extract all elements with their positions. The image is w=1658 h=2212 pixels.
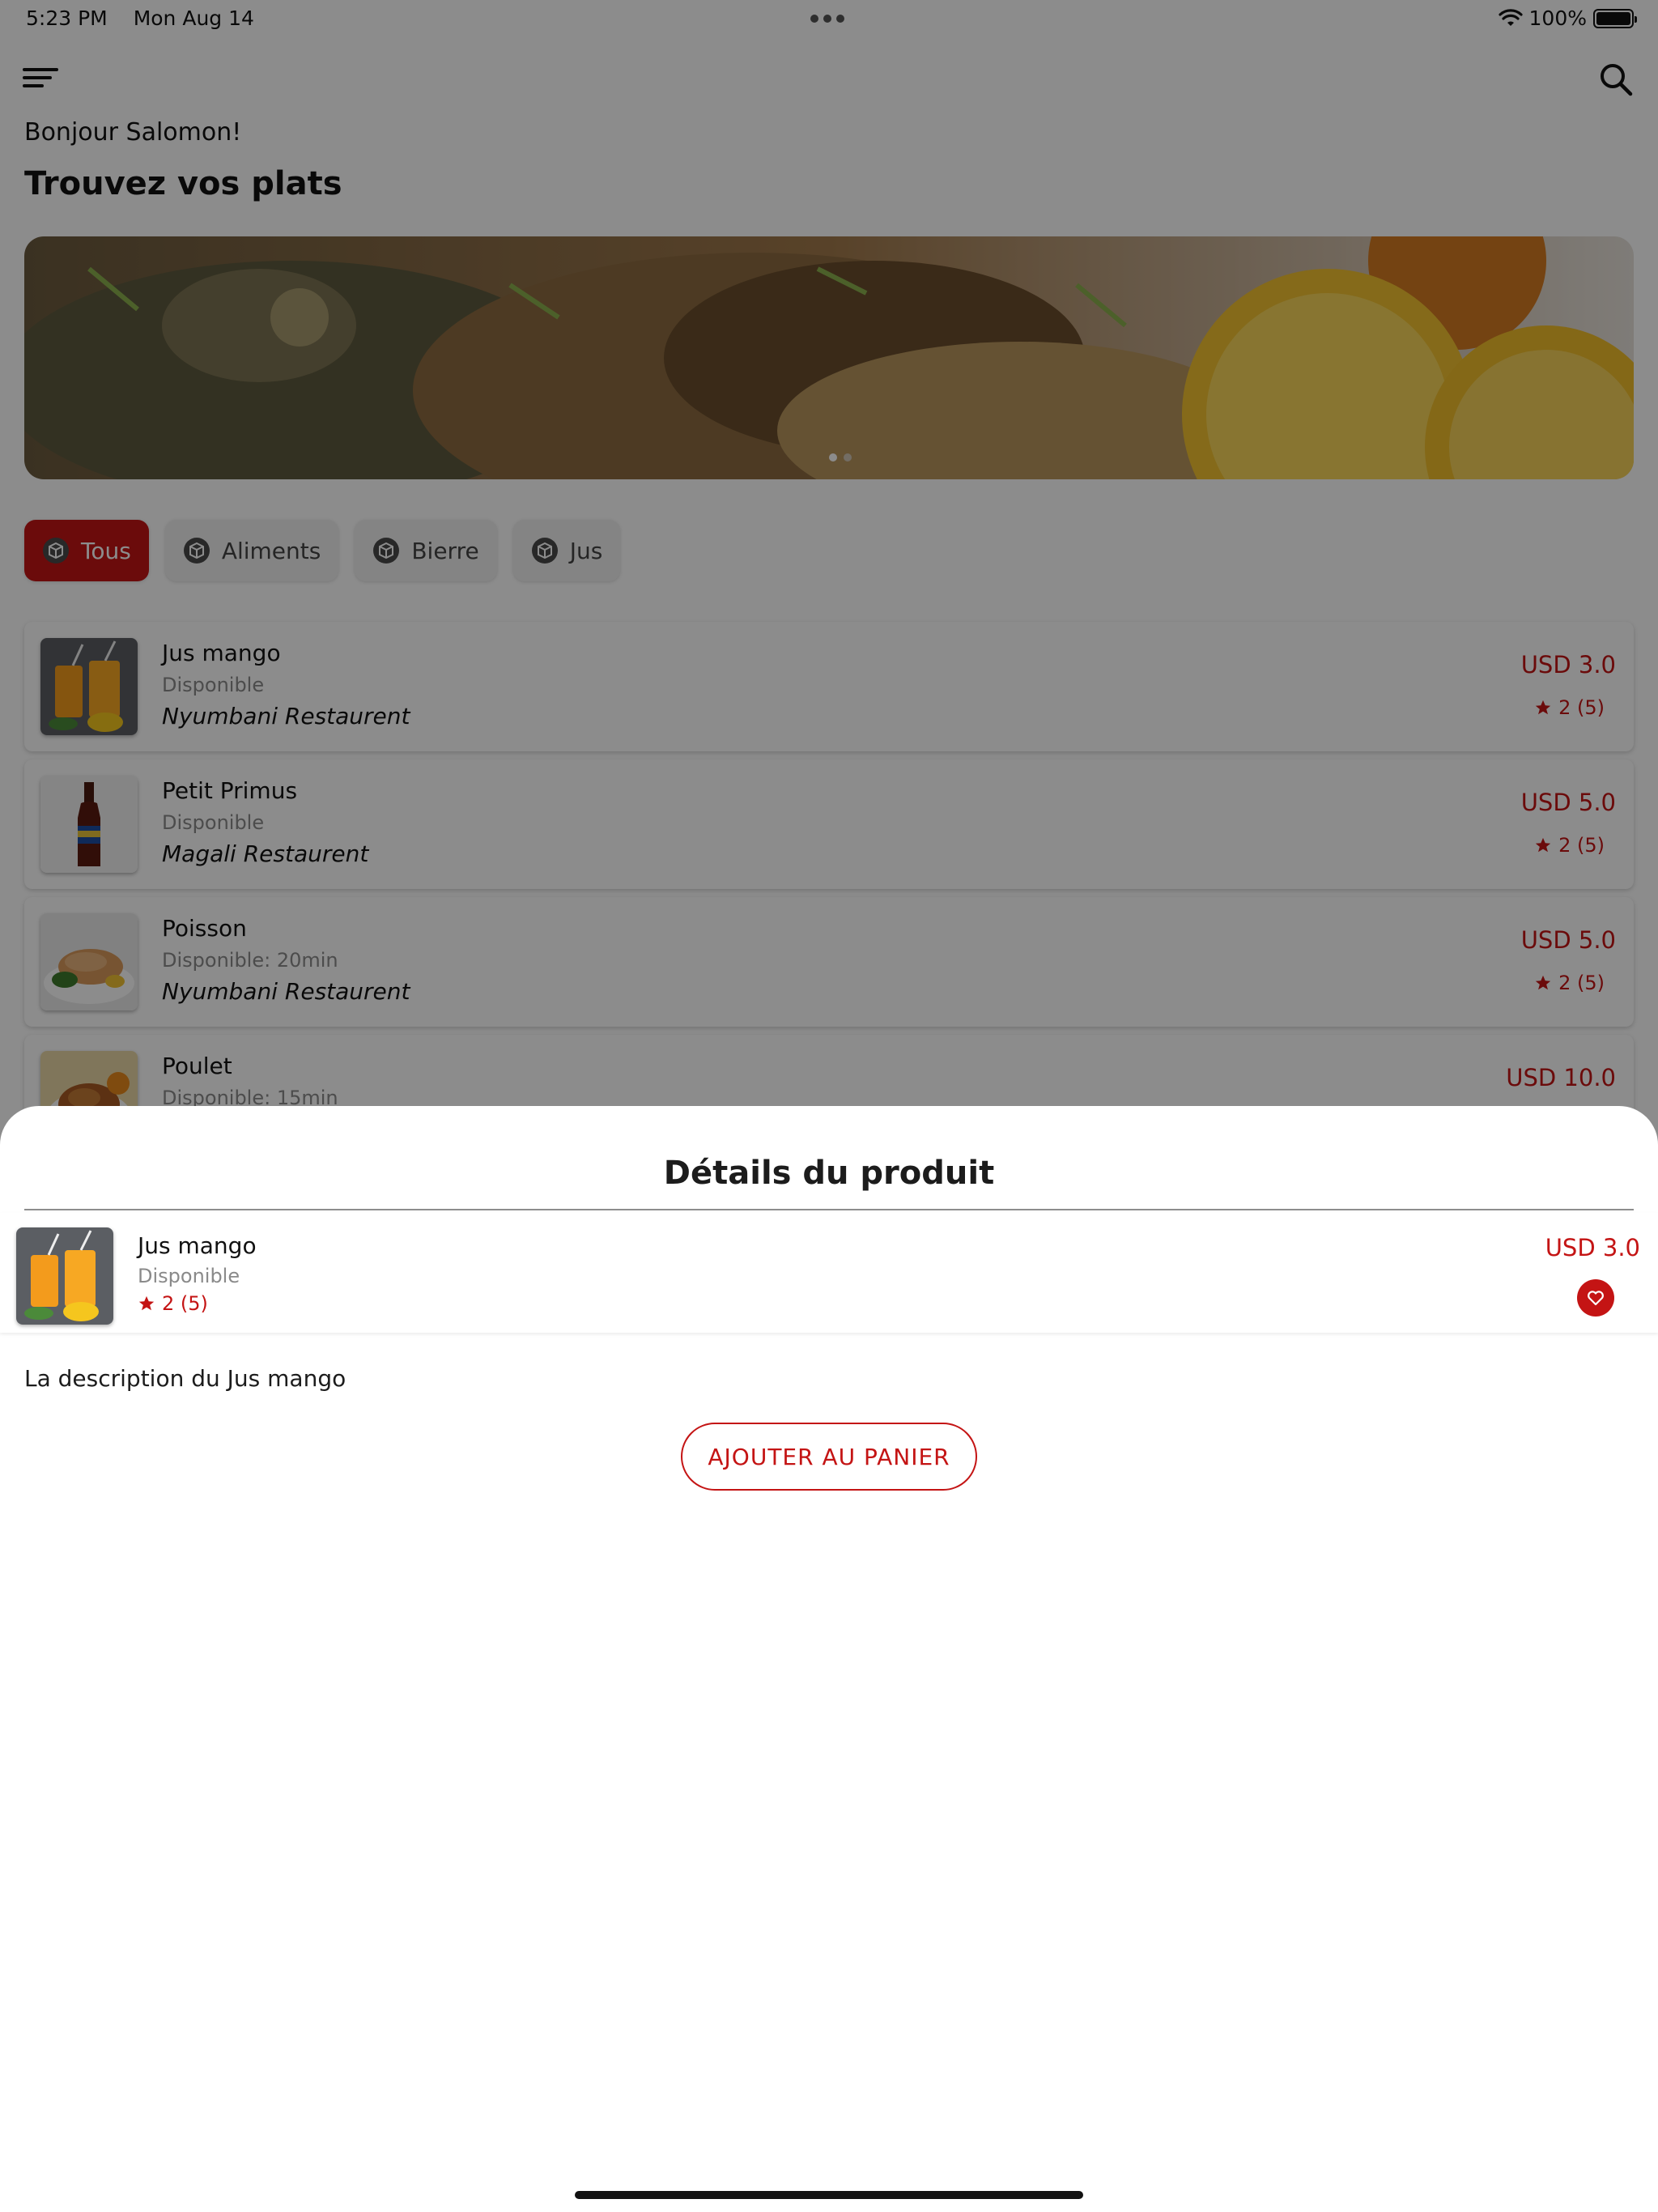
product-description: La description du Jus mango <box>24 1365 346 1392</box>
rating-text: 2 (5) <box>162 1292 208 1315</box>
product-price: USD 3.0 <box>1545 1234 1640 1261</box>
product-availability: Disponible <box>138 1265 240 1287</box>
product-details-sheet: Détails du produit Jus mango Disponible … <box>0 1106 1658 2212</box>
product-detail-card: Jus mango Disponible 2 (5) USD 3.0 <box>0 1213 1658 1333</box>
divider <box>24 1209 1634 1210</box>
home-indicator[interactable] <box>575 2191 1083 2199</box>
favorite-button[interactable] <box>1577 1279 1614 1317</box>
product-rating: 2 (5) <box>138 1292 208 1315</box>
product-name: Jus mango <box>138 1232 257 1259</box>
add-to-cart-button[interactable]: AJOUTER AU PANIER <box>681 1423 977 1491</box>
star-icon <box>138 1295 155 1311</box>
mango-juice-image <box>16 1227 113 1325</box>
heart-icon <box>1588 1291 1604 1306</box>
sheet-title: Détails du produit <box>663 1155 995 1192</box>
